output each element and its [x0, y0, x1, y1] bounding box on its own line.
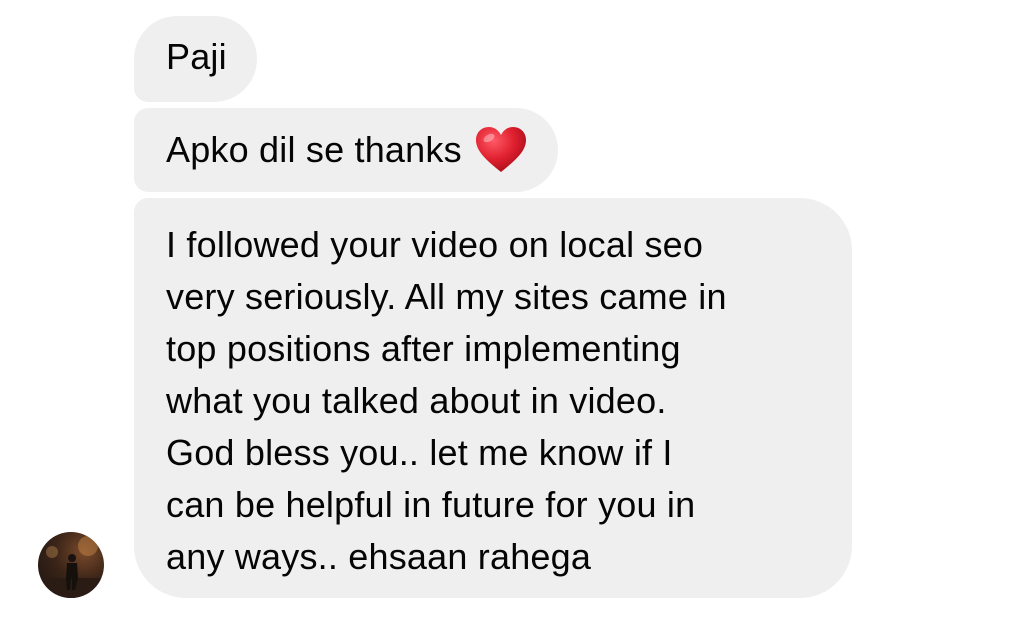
message-bubble[interactable]: I followed your video on local seo very … — [134, 198, 852, 598]
message-thread: Paji Apko dil se thanks I followed your … — [0, 0, 1024, 630]
avatar[interactable] — [38, 532, 104, 598]
message-line: any ways.. ehsaan rahega — [166, 536, 592, 577]
message-line: top positions after implementing — [166, 328, 681, 369]
message-text: Paji — [166, 36, 227, 77]
message-bubble[interactable]: Paji — [134, 16, 257, 102]
avatar-photo — [38, 536, 104, 598]
message-line: I followed your video on local seo — [166, 224, 704, 265]
message-bubble[interactable]: Apko dil se thanks — [134, 108, 558, 192]
message-text: Apko dil se thanks — [166, 129, 462, 170]
message-line: God bless you.. let me know if I — [166, 432, 673, 473]
message-line: very seriously. All my sites came in — [166, 276, 727, 317]
message-line: can be helpful in future for you in — [166, 484, 696, 525]
message-line: what you talked about in video. — [166, 380, 667, 421]
red-heart-icon — [474, 126, 528, 174]
